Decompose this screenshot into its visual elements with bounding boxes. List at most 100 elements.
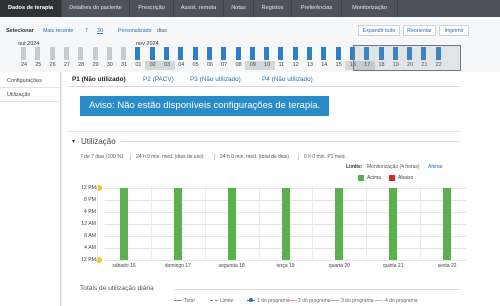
legend-above-swatch [358, 175, 364, 181]
warning-banner: Aviso: Não estão disponíveis configuraçõ… [80, 96, 329, 116]
timeline-tick[interactable] [278, 47, 284, 60]
range-30-link[interactable]: 30 [97, 28, 103, 34]
sidebar-item-usage[interactable]: Utilização [0, 88, 60, 102]
legend-item-label: 1 do programa [257, 298, 290, 304]
x-tick-label: domingo 17 [164, 263, 191, 269]
vertical-gridline [150, 186, 152, 260]
limit-label: Limite: [346, 164, 363, 170]
usage-bar[interactable] [281, 188, 290, 260]
usage-bar[interactable] [443, 188, 452, 260]
top-nav: Dados de terapia Detalhes do paciente Pr… [0, 0, 500, 17]
most-recent-link[interactable]: Mais recente [43, 28, 73, 34]
tab-therapy-data[interactable]: Dados de terapia [0, 0, 62, 17]
expand-all-button[interactable]: Expandir tudo [358, 25, 400, 36]
timeline-tick[interactable] [106, 47, 112, 60]
stat-avg-days-used: 24 h 0 min. med. (dias de uso) [130, 154, 204, 160]
timeline-tick[interactable] [35, 47, 41, 60]
usage-bar[interactable] [227, 188, 236, 260]
timeline-tick[interactable] [249, 47, 255, 60]
tab-prescription[interactable]: Prescrição [130, 0, 174, 17]
timeline-tick[interactable] [321, 47, 327, 60]
x-tick-label: quarta 20 [328, 263, 350, 269]
timeline-tick[interactable] [264, 47, 270, 60]
legend-item-label: Total [184, 298, 195, 304]
range-7-link[interactable]: 7 [85, 28, 88, 34]
print-button[interactable]: Imprimir [439, 25, 469, 36]
x-tick-label: segunda 18 [218, 263, 245, 269]
timeline-tick[interactable] [206, 47, 212, 60]
timeline-tick[interactable] [192, 47, 198, 60]
stat-p1-avg: 0 h 0 min. P1 med. [298, 154, 346, 160]
stat-days-used: 7 de 7 dias (100 %) [80, 154, 124, 160]
legend-line-marker [210, 300, 218, 301]
gridline [105, 260, 466, 261]
usage-bar[interactable] [173, 188, 182, 260]
reorient-button[interactable]: Reorientar [403, 25, 436, 36]
timeline-tick[interactable] [92, 47, 98, 60]
usage-bar[interactable] [389, 188, 398, 260]
legend-dot-marker [249, 298, 253, 302]
y-tick-label: 4 AM [84, 245, 96, 251]
timeline-tick[interactable] [335, 47, 341, 60]
y-tick-label: 8 AM [84, 233, 96, 239]
tab-profile-p2[interactable]: P2 (PACV) [143, 76, 174, 83]
usage-bar[interactable] [120, 188, 128, 260]
timeline-tick[interactable] [49, 47, 55, 60]
vertical-gridline [312, 186, 314, 260]
change-limit-link[interactable]: Alterar [428, 164, 443, 170]
limit-value: Monitorização (4 horas) [367, 164, 420, 170]
legend-item-label: 4 do programa [385, 298, 418, 304]
tab-patient-details[interactable]: Detalhes do paciente [62, 0, 130, 17]
vertical-gridline [366, 186, 368, 260]
timeline-tick[interactable] [121, 47, 127, 60]
timeline-tick[interactable] [78, 47, 84, 60]
timeline-tick[interactable] [63, 47, 69, 60]
legend-line-marker [174, 300, 182, 301]
stat-avg-total-days: 24 h 0 min. med. (total de dias) [214, 154, 289, 160]
timeline-tick[interactable] [307, 47, 312, 60]
timeline-tick[interactable] [149, 47, 155, 60]
tab-preferences[interactable]: Preferências [292, 0, 342, 17]
vertical-gridline [204, 186, 206, 260]
usage-bar[interactable] [335, 188, 344, 260]
legend-line-marker [288, 300, 296, 301]
days-label: dias [157, 28, 167, 34]
usage-title-rule [121, 141, 460, 142]
timeline-tick[interactable] [292, 47, 298, 60]
x-tick-label: sábado 16 [112, 263, 136, 269]
timeline-tick[interactable] [221, 47, 227, 60]
tab-profile-p3[interactable]: P3 (Não utilizado) [190, 76, 241, 83]
legend-above-label: Acima [367, 175, 381, 181]
tab-profile-p1[interactable]: P1 (Não utilizado) [72, 76, 126, 83]
y-tick-label: 12 PM [81, 185, 96, 191]
collapse-icon[interactable]: ▾ [72, 138, 75, 145]
y-tick-label: 4 PM [83, 209, 96, 215]
tab-logs[interactable]: Registos [254, 0, 292, 17]
tab-profile-p4[interactable]: P4 (Não utilizado) [262, 76, 313, 83]
legend-line-marker [375, 300, 383, 301]
selected-range-handle[interactable] [353, 45, 461, 71]
y-tick-label: 8 PM [83, 197, 96, 203]
tab-notes[interactable]: Notas [224, 0, 254, 17]
legend-item-label: 3 do programa [341, 298, 374, 304]
timeline-tick[interactable] [178, 47, 184, 60]
timeline-tick[interactable] [164, 47, 169, 60]
personalized-link[interactable]: Personalizado [118, 28, 152, 34]
sidebar-item-settings[interactable]: Configurações [0, 74, 60, 88]
usage-title: Utilização [81, 137, 116, 146]
sidebar: Configurações Utilização [0, 72, 61, 306]
timeline-tick[interactable] [235, 47, 241, 60]
legend-below-swatch [389, 175, 395, 181]
tab-remote-assist[interactable]: Assist. remota [174, 0, 224, 17]
tab-monitoring[interactable]: Monitorização [342, 0, 398, 17]
selector-label: Selecionar [6, 28, 34, 34]
legend-below-label: Abaixo [398, 175, 414, 181]
timeline-tick[interactable] [135, 47, 141, 60]
vertical-gridline [97, 186, 99, 260]
daily-totals-rule [174, 289, 460, 290]
section-divider [68, 131, 460, 132]
timeline-tick[interactable] [21, 47, 26, 60]
legend-item-label: Limite [220, 298, 234, 304]
x-tick-label: terça 19 [276, 263, 295, 269]
y-tick-label: 12 AM [81, 221, 96, 227]
